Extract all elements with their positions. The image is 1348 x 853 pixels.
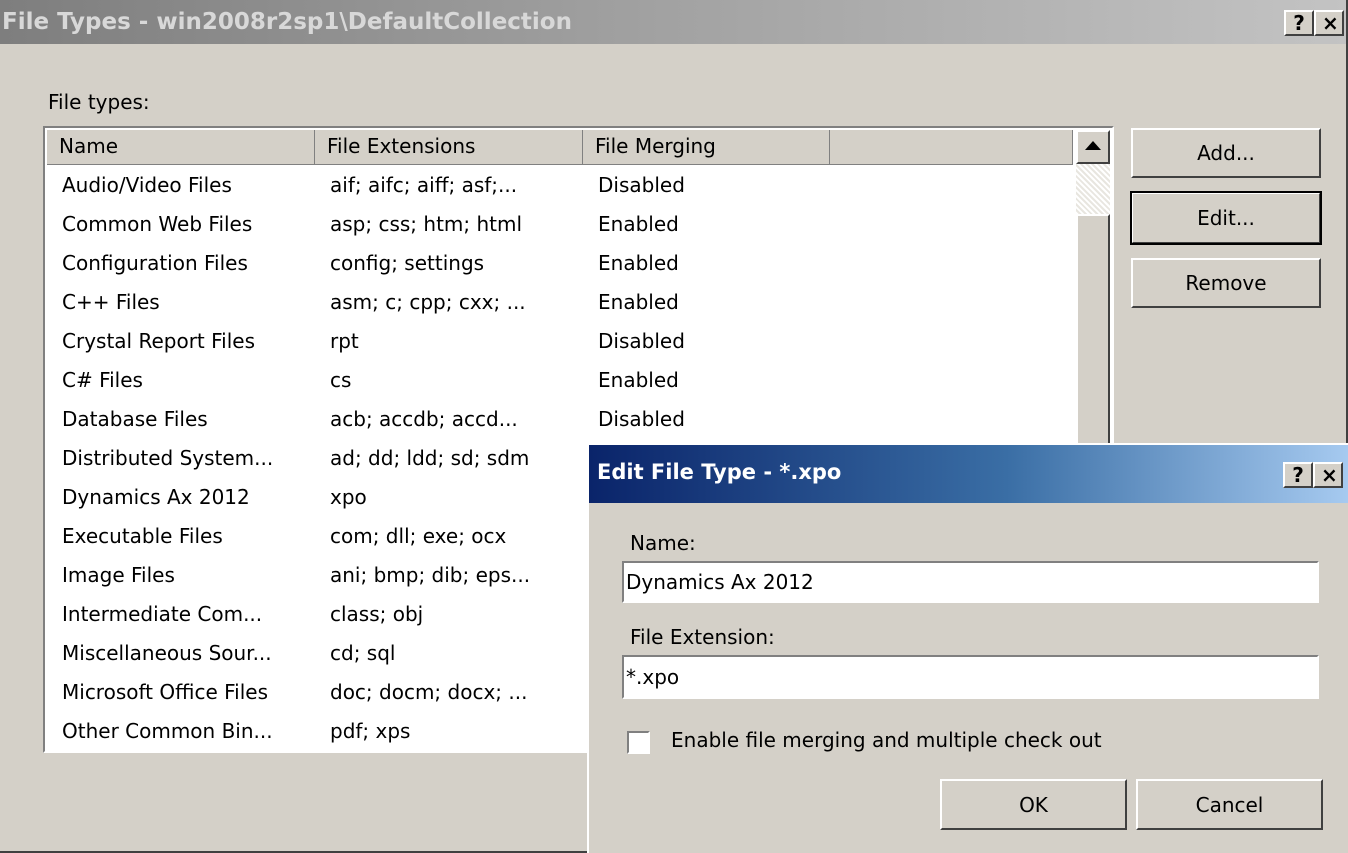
- window-title: File Types - win2008r2sp1\DefaultCollect…: [2, 9, 572, 35]
- column-header-filler: [830, 130, 1073, 165]
- row-merging-cell: Enabled: [598, 251, 679, 275]
- row-merging-cell: Enabled: [598, 212, 679, 236]
- dialog-title: Edit File Type - *.xpo: [597, 460, 842, 484]
- table-row[interactable]: Database Files acb; accdb; accd... Disable…: [47, 401, 1073, 440]
- cancel-button[interactable]: Cancel: [1136, 779, 1323, 830]
- row-extensions-cell: aif; aifc; aiff; asf;...: [330, 173, 518, 197]
- row-name-cell: Crystal Report Files: [62, 329, 255, 353]
- row-name-cell: Executable Files: [62, 524, 223, 548]
- table-row[interactable]: Audio/Video Files aif; aifc; aiff; asf;..…: [47, 167, 1073, 206]
- row-extensions-cell: ad; dd; ldd; sd; sdm: [330, 446, 530, 470]
- row-extensions-cell: acb; accdb; accd...: [330, 407, 518, 431]
- row-extensions-cell: class; obj: [330, 602, 424, 626]
- row-extensions-cell: doc; docm; docx; ...: [330, 680, 528, 704]
- row-name-cell: Configuration Files: [62, 251, 248, 275]
- row-extensions-cell: asm; c; cpp; cxx; ...: [330, 290, 526, 314]
- row-extensions-cell: cd; sql: [330, 641, 396, 665]
- dialog-titlebar[interactable]: Edit File Type - *.xpo ? ×: [589, 445, 1348, 503]
- row-name-cell: Audio/Video Files: [62, 173, 232, 197]
- row-merging-cell: Disabled: [598, 407, 685, 431]
- row-name-cell: Dynamics Ax 2012: [62, 485, 250, 509]
- name-field[interactable]: [622, 561, 1319, 603]
- row-extensions-cell: pdf; xps: [330, 719, 411, 743]
- add-button[interactable]: Add...: [1131, 128, 1321, 178]
- row-name-cell: Distributed System...: [62, 446, 274, 470]
- file-extension-label: File Extension:: [630, 625, 775, 649]
- row-name-cell: Image Files: [62, 563, 175, 587]
- row-merging-cell: Enabled: [598, 290, 679, 314]
- table-row[interactable]: Configuration Files config; settings Enabl…: [47, 245, 1073, 284]
- row-name-cell: Microsoft Office Files: [62, 680, 268, 704]
- edit-button[interactable]: Edit...: [1130, 191, 1322, 245]
- list-header: Name File Extensions File Merging: [47, 130, 1073, 165]
- row-extensions-cell: cs: [330, 368, 352, 392]
- row-merging-cell: Disabled: [598, 173, 685, 197]
- row-extensions-cell: asp; css; htm; html: [330, 212, 523, 236]
- row-name-cell: Other Common Bin...: [62, 719, 273, 743]
- row-extensions-cell: xpo: [330, 485, 367, 509]
- table-row[interactable]: Crystal Report Files rpt Disabled: [47, 323, 1073, 362]
- window-titlebar[interactable]: File Types - win2008r2sp1\DefaultCollect…: [0, 0, 1346, 44]
- help-button[interactable]: ?: [1284, 10, 1314, 36]
- row-merging-cell: Enabled: [598, 368, 679, 392]
- row-extensions-cell: config; settings: [330, 251, 485, 275]
- up-arrow-icon: [1085, 141, 1101, 150]
- table-row[interactable]: C++ Files asm; c; cpp; cxx; ... Enabled: [47, 284, 1073, 323]
- row-extensions-cell: ani; bmp; dib; eps...: [330, 563, 531, 587]
- merge-checkbox-label[interactable]: Enable file merging and multiple check o…: [671, 728, 1102, 752]
- row-extensions-cell: com; dll; exe; ocx: [330, 524, 507, 548]
- ok-button[interactable]: OK: [940, 779, 1127, 830]
- close-button[interactable]: ×: [1314, 10, 1344, 36]
- row-name-cell: Miscellaneous Sour...: [62, 641, 272, 665]
- column-header-name[interactable]: Name: [47, 130, 315, 165]
- remove-button[interactable]: Remove: [1131, 258, 1321, 308]
- column-header-merging[interactable]: File Merging: [583, 130, 830, 165]
- edit-file-type-dialog: Edit File Type - *.xpo ? × Name: File Ex…: [587, 443, 1348, 853]
- name-label: Name:: [630, 531, 696, 555]
- column-header-extensions[interactable]: File Extensions: [315, 130, 583, 165]
- row-name-cell: C++ Files: [62, 290, 160, 314]
- row-name-cell: Database Files: [62, 407, 208, 431]
- file-types-window: File Types - win2008r2sp1\DefaultCollect…: [0, 0, 1348, 853]
- table-row[interactable]: Common Web Files asp; css; htm; html Enabl…: [47, 206, 1073, 245]
- file-extension-field[interactable]: [622, 655, 1319, 699]
- scroll-up-button[interactable]: [1076, 130, 1110, 164]
- row-name-cell: C# Files: [62, 368, 143, 392]
- row-name-cell: Intermediate Com...: [62, 602, 263, 626]
- row-merging-cell: Disabled: [598, 329, 685, 353]
- file-types-label: File types:: [48, 90, 150, 114]
- row-extensions-cell: rpt: [330, 329, 359, 353]
- dialog-close-button[interactable]: ×: [1313, 462, 1343, 488]
- dialog-help-button[interactable]: ?: [1283, 462, 1313, 488]
- row-name-cell: Common Web Files: [62, 212, 253, 236]
- merge-checkbox[interactable]: [627, 731, 650, 754]
- table-row[interactable]: C# Files cs Enabled: [47, 362, 1073, 401]
